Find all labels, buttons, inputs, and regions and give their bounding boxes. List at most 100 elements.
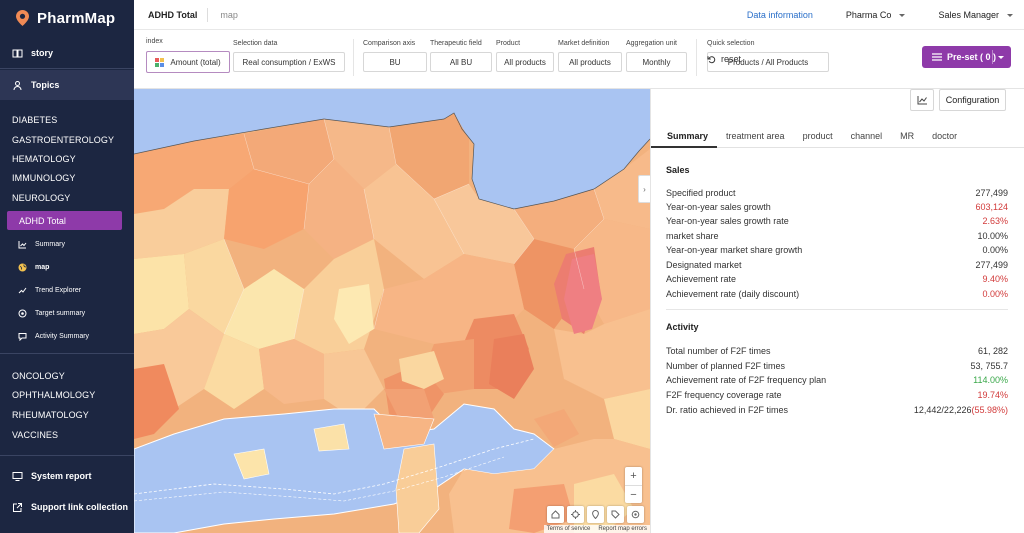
metric-label: market share: [666, 231, 719, 241]
filter-label: Comparison axis: [363, 40, 416, 47]
aggregation-unit-select[interactable]: Monthly: [626, 52, 687, 72]
locate-button[interactable]: [567, 506, 584, 523]
gear-icon: [631, 510, 640, 519]
divider: [0, 455, 134, 456]
preset-divider: [992, 50, 993, 64]
sidebar-support-links[interactable]: Support link collection: [0, 500, 134, 514]
filter-label: Therapeutic field: [430, 40, 482, 47]
role-dropdown[interactable]: Sales Manager: [938, 10, 1013, 20]
reset-label: reset: [721, 54, 742, 64]
sidebar-sub-summary[interactable]: Summary: [18, 240, 65, 249]
sidebar-category[interactable]: RHEUMATOLOGY: [12, 410, 89, 420]
grid-icon: [155, 57, 165, 67]
tab-treatment-area[interactable]: treatment area: [717, 124, 794, 148]
data-information-link[interactable]: Data information: [747, 10, 813, 20]
home-icon: [551, 510, 560, 519]
sidebar-category-active[interactable]: ADHD Total: [7, 211, 122, 230]
sidebar-category[interactable]: IMMUNOLOGY: [12, 173, 76, 183]
top-right-controls: Data information Pharma Co Sales Manager: [747, 0, 1024, 30]
tab-mr[interactable]: MR: [891, 124, 923, 148]
metric-label: Year-on-year market share growth: [666, 245, 803, 255]
tab-channel[interactable]: channel: [842, 124, 892, 148]
metric-label: Number of planned F2F times: [666, 361, 786, 371]
sidebar-sub-trend[interactable]: Trend Explorer: [18, 286, 81, 295]
sidebar-category[interactable]: ONCOLOGY: [12, 371, 65, 381]
metric-label: Achievement rate (daily discount): [666, 289, 800, 299]
sidebar-system-report[interactable]: System report: [0, 469, 134, 483]
metric-value: 9.40%: [982, 274, 1008, 284]
sidebar: PharmMap story Topics DIABETES GASTROENT…: [0, 0, 134, 533]
panel-toggle-button[interactable]: ›: [638, 175, 650, 203]
tab-doctor[interactable]: doctor: [923, 124, 966, 148]
choropleth-map[interactable]: › + − Terms of service Report map errors: [134, 89, 650, 533]
sidebar-category[interactable]: GASTROENTEROLOGY: [12, 135, 114, 145]
therapeutic-field-select[interactable]: All BU: [430, 52, 492, 72]
configuration-button[interactable]: Configuration: [939, 89, 1006, 111]
metric-row: Year-on-year sales growth rate 2.63%: [666, 216, 1008, 226]
sidebar-topics[interactable]: Topics: [0, 70, 134, 100]
sidebar-sub-target[interactable]: Target summary: [18, 309, 85, 318]
metric-row: Achievement rate of F2F frequency plan 11…: [666, 375, 1008, 385]
sidebar-topics-label: Topics: [31, 80, 60, 90]
divider: [0, 68, 134, 69]
menu-list-icon: [932, 53, 942, 61]
marker-button[interactable]: [587, 506, 604, 523]
metric-value: 0.00%: [982, 289, 1008, 299]
book-icon: [12, 49, 23, 57]
reset-button[interactable]: reset: [707, 54, 741, 64]
globe-icon: [18, 263, 27, 272]
app-logo[interactable]: PharmMap: [0, 0, 134, 36]
market-definition-select[interactable]: All products: [558, 52, 622, 72]
filter-label: Selection data: [233, 40, 278, 47]
selection-data-select[interactable]: Real consumption / ExWS: [233, 52, 345, 72]
sidebar-category[interactable]: HEMATOLOGY: [12, 154, 76, 164]
filter-label: Aggregation unit: [626, 40, 677, 47]
chart-view-button[interactable]: [910, 89, 934, 111]
sidebar-category[interactable]: OPHTHALMOLOGY: [12, 390, 95, 400]
chevron-down-icon: [899, 13, 906, 17]
map-canvas[interactable]: [134, 89, 650, 533]
tab-product[interactable]: product: [794, 124, 842, 148]
zoom-out-button[interactable]: −: [625, 485, 642, 503]
metric-label: Achievement rate of F2F frequency plan: [666, 375, 827, 385]
sidebar-category[interactable]: VACCINES: [12, 430, 58, 440]
sidebar-story-label: story: [31, 48, 54, 58]
settings-button[interactable]: [627, 506, 644, 523]
metric-row: Achievement rate 9.40%: [666, 274, 1008, 284]
chart-icon: [18, 241, 27, 249]
tag-icon: [611, 510, 620, 519]
map-toolbar: [547, 506, 644, 523]
metric-value: 114.00%: [973, 375, 1008, 385]
sidebar-system-report-label: System report: [31, 471, 92, 481]
metric-value: 0.00%: [982, 245, 1008, 255]
crosshair-icon: [571, 510, 580, 519]
tag-button[interactable]: [607, 506, 624, 523]
section-divider: [666, 309, 1008, 310]
sidebar-sub-label: Trend Explorer: [35, 287, 82, 294]
company-dropdown[interactable]: Pharma Co: [846, 10, 906, 20]
sales-section-title: Sales: [666, 165, 690, 175]
chevron-down-icon: [1007, 13, 1013, 17]
sidebar-story[interactable]: story: [0, 45, 134, 61]
index-select-value: Amount (total): [170, 57, 221, 67]
metric-value: 277,499: [975, 260, 1008, 270]
metric-row: Total number of F2F times 61, 282: [666, 346, 1008, 356]
monitor-icon: [12, 471, 23, 481]
sidebar-category[interactable]: DIABETES: [12, 115, 57, 125]
comparison-axis-select[interactable]: BU: [363, 52, 427, 72]
tab-summary[interactable]: Summary: [651, 124, 718, 148]
sidebar-category[interactable]: NEUROLOGY: [12, 193, 70, 203]
product-select[interactable]: All products: [496, 52, 554, 72]
trend-icon: [18, 287, 27, 294]
preset-button[interactable]: Pre-set ( 0 ): [922, 46, 1011, 68]
home-button[interactable]: [547, 506, 564, 523]
index-select[interactable]: Amount (total): [146, 51, 230, 73]
sidebar-sub-map[interactable]: map: [18, 263, 49, 272]
zoom-in-button[interactable]: +: [625, 467, 642, 485]
person-icon: [13, 80, 22, 90]
sidebar-sub-activity[interactable]: Activity Summary: [18, 332, 89, 341]
map-pin-icon: [592, 510, 599, 519]
metric-label: F2F frequency coverage rate: [666, 390, 782, 400]
terms-of-service-link[interactable]: Terms of service: [547, 526, 591, 532]
report-map-errors-link[interactable]: Report map errors: [598, 526, 647, 532]
